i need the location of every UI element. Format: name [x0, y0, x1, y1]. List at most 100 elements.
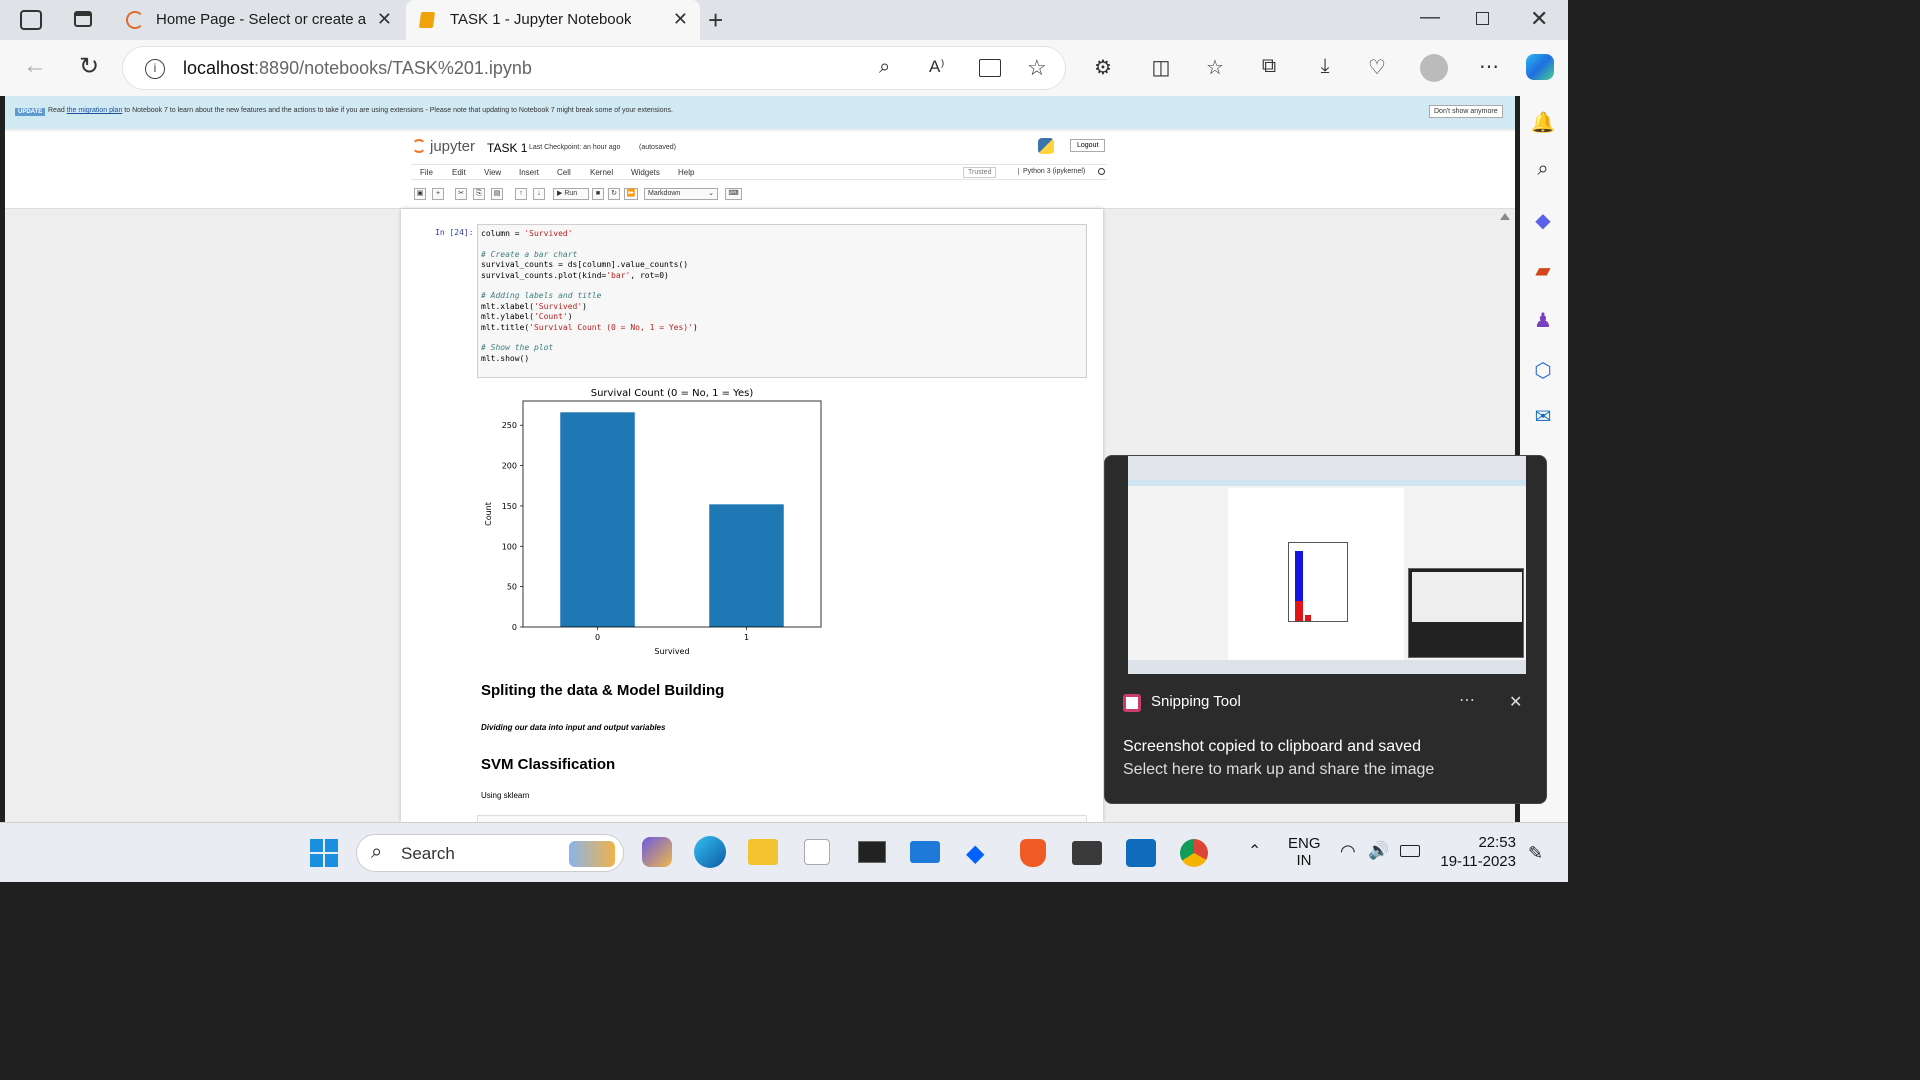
cmd-icon[interactable]	[1072, 841, 1102, 865]
clock[interactable]: 22:53 19-11-2023	[1434, 834, 1516, 870]
code-line: mlt.title('Survival Count (0 = No, 1 = Y…	[481, 323, 1083, 333]
move-down-icon[interactable]: ↓	[533, 188, 545, 200]
menu-kernel[interactable]: Kernel	[590, 168, 613, 177]
code-token: 'bar'	[606, 270, 631, 280]
wifi-icon[interactable]: ◠	[1340, 841, 1356, 862]
command-palette-icon[interactable]: ⌨	[725, 188, 742, 200]
code-line: mlt.show()	[481, 354, 1083, 364]
menu-help[interactable]: Help	[678, 168, 694, 177]
menu-view[interactable]: View	[484, 168, 501, 177]
microsoft365-icon[interactable]: ⬡	[1528, 358, 1558, 383]
split-screen-icon[interactable]: ◫	[1146, 55, 1176, 80]
minimize-button[interactable]: —	[1420, 6, 1440, 29]
menu-file[interactable]: File	[420, 168, 433, 177]
edge-taskbar-icon[interactable]	[694, 836, 726, 868]
scroll-up-icon[interactable]	[1500, 213, 1510, 220]
lang-primary: ENG	[1288, 835, 1321, 852]
favorite-star-icon[interactable]: ☆	[1027, 55, 1047, 81]
browser-essentials-icon[interactable]: ♡	[1362, 55, 1392, 80]
taskbar-search-box[interactable]: ⌕ Search	[356, 834, 624, 872]
collections-icon[interactable]: ⧉	[1254, 55, 1284, 78]
copilot-preview-icon[interactable]	[642, 837, 672, 867]
cell-type-select[interactable]: Markdown ⌄	[644, 188, 718, 200]
profile-avatar[interactable]	[1420, 54, 1448, 82]
tab-home-page[interactable]: Home Page - Select or create a n ✕	[112, 0, 404, 40]
back-icon[interactable]: ←	[20, 52, 50, 80]
logout-button[interactable]: Logout	[1070, 139, 1106, 152]
address-bar[interactable]: i localhost:8890/notebooks/TASK%201.ipyn…	[122, 46, 1066, 90]
screenshot-thumbnail[interactable]	[1128, 456, 1526, 674]
tools-briefcase-icon[interactable]: ▰	[1528, 258, 1558, 283]
downloads-icon[interactable]: ⤓	[1310, 55, 1340, 78]
notification-center-icon[interactable]: ✎	[1528, 843, 1543, 864]
zoom-icon[interactable]: ⌕	[879, 56, 890, 79]
tab-actions-icon[interactable]	[74, 11, 92, 27]
toast-line-1: Screenshot copied to clipboard and saved	[1123, 738, 1421, 755]
code-line: mlt.ylabel('Count')	[481, 312, 1083, 322]
code-token: # Create a bar chart	[481, 249, 578, 259]
menu-insert[interactable]: Insert	[519, 168, 539, 177]
chrome-icon[interactable]	[1180, 839, 1208, 867]
dont-show-button[interactable]: Don't show anymore	[1429, 105, 1503, 118]
menu-widgets[interactable]: Widgets	[631, 168, 660, 177]
trusted-indicator[interactable]: Trusted	[963, 167, 997, 178]
restart-icon[interactable]: ↻	[608, 188, 620, 200]
new-tab-button[interactable]: +	[708, 5, 723, 36]
save-icon[interactable]: ▣	[414, 188, 426, 200]
migration-plan-link[interactable]: the migration plan	[67, 107, 123, 114]
mail-icon[interactable]	[910, 841, 940, 863]
language-indicator[interactable]: ENG IN	[1288, 835, 1321, 869]
restore-button[interactable]	[1476, 12, 1489, 25]
restart-run-all-icon[interactable]: ⏩	[624, 188, 638, 200]
notebook-name[interactable]: TASK 1	[487, 141, 527, 155]
toast-close-icon[interactable]: ✕	[1509, 692, 1522, 712]
workspaces-icon[interactable]	[20, 10, 42, 30]
games-icon[interactable]: ♟	[1528, 308, 1558, 333]
dropbox-icon[interactable]: ◆	[966, 839, 984, 868]
tray-overflow-icon[interactable]: ⌃	[1248, 841, 1261, 861]
copilot-icon[interactable]	[1526, 54, 1554, 80]
read-aloud-icon[interactable]: A⁾	[929, 57, 945, 77]
outlook-icon[interactable]: ✉	[1528, 404, 1558, 429]
notifications-bell-icon[interactable]: 🔔	[1528, 110, 1558, 135]
markdown-heading-split: Spliting the data & Model Building	[481, 682, 725, 699]
copy-icon[interactable]: ⎘	[473, 188, 485, 200]
favorites-icon[interactable]: ☆	[1200, 55, 1230, 80]
cut-icon[interactable]: ✂	[455, 188, 467, 200]
sidebar-search-icon[interactable]: ⌕	[1528, 158, 1558, 181]
x-tick-label: 1	[744, 633, 749, 642]
file-explorer-icon[interactable]	[748, 839, 778, 865]
volume-icon[interactable]: 🔊	[1368, 841, 1389, 861]
paste-icon[interactable]: ▤	[491, 188, 503, 200]
brave-icon[interactable]	[1020, 839, 1046, 867]
menu-cell[interactable]: Cell	[557, 168, 571, 177]
search-placeholder: Search	[401, 844, 455, 863]
toast-more-icon[interactable]: ⋯	[1459, 690, 1475, 710]
y-tick-label: 100	[502, 542, 517, 551]
close-tab-icon[interactable]: ✕	[673, 9, 688, 30]
immersive-reader-icon[interactable]	[979, 59, 1001, 77]
clock-date: 19-11-2023	[1440, 853, 1516, 870]
insert-cell-icon[interactable]: +	[432, 188, 444, 200]
code-cell-editor[interactable]: column = 'Survived' # Create a bar chart s…	[477, 224, 1087, 378]
refresh-icon[interactable]: ↻	[74, 52, 104, 81]
battery-icon[interactable]	[1400, 845, 1420, 857]
code-token: )	[567, 312, 573, 322]
tab-task1-notebook[interactable]: TASK 1 - Jupyter Notebook ✕	[406, 0, 700, 40]
extensions-icon[interactable]: ⚙	[1088, 55, 1118, 80]
terminal-icon[interactable]	[858, 841, 886, 863]
interrupt-icon[interactable]: ■	[592, 188, 604, 200]
start-button[interactable]	[310, 839, 338, 867]
close-window-button[interactable]: ✕	[1530, 6, 1548, 32]
jupyter-logo-icon[interactable]	[412, 139, 426, 153]
move-up-icon[interactable]: ↑	[515, 188, 527, 200]
menu-edit[interactable]: Edit	[452, 168, 466, 177]
jupyter-logo[interactable]: jupyter	[430, 138, 475, 155]
shopping-tag-icon[interactable]: ◆	[1528, 208, 1558, 233]
run-button[interactable]: ▶ Run	[553, 188, 589, 200]
snipping-tool-notification[interactable]: Snipping Tool ⋯ ✕ Screenshot copied to c…	[1104, 455, 1547, 804]
store-icon[interactable]	[804, 839, 830, 865]
more-options-icon[interactable]: ⋯	[1474, 54, 1504, 79]
close-tab-icon[interactable]: ✕	[377, 9, 392, 30]
outlook-new-icon[interactable]	[1126, 839, 1156, 867]
